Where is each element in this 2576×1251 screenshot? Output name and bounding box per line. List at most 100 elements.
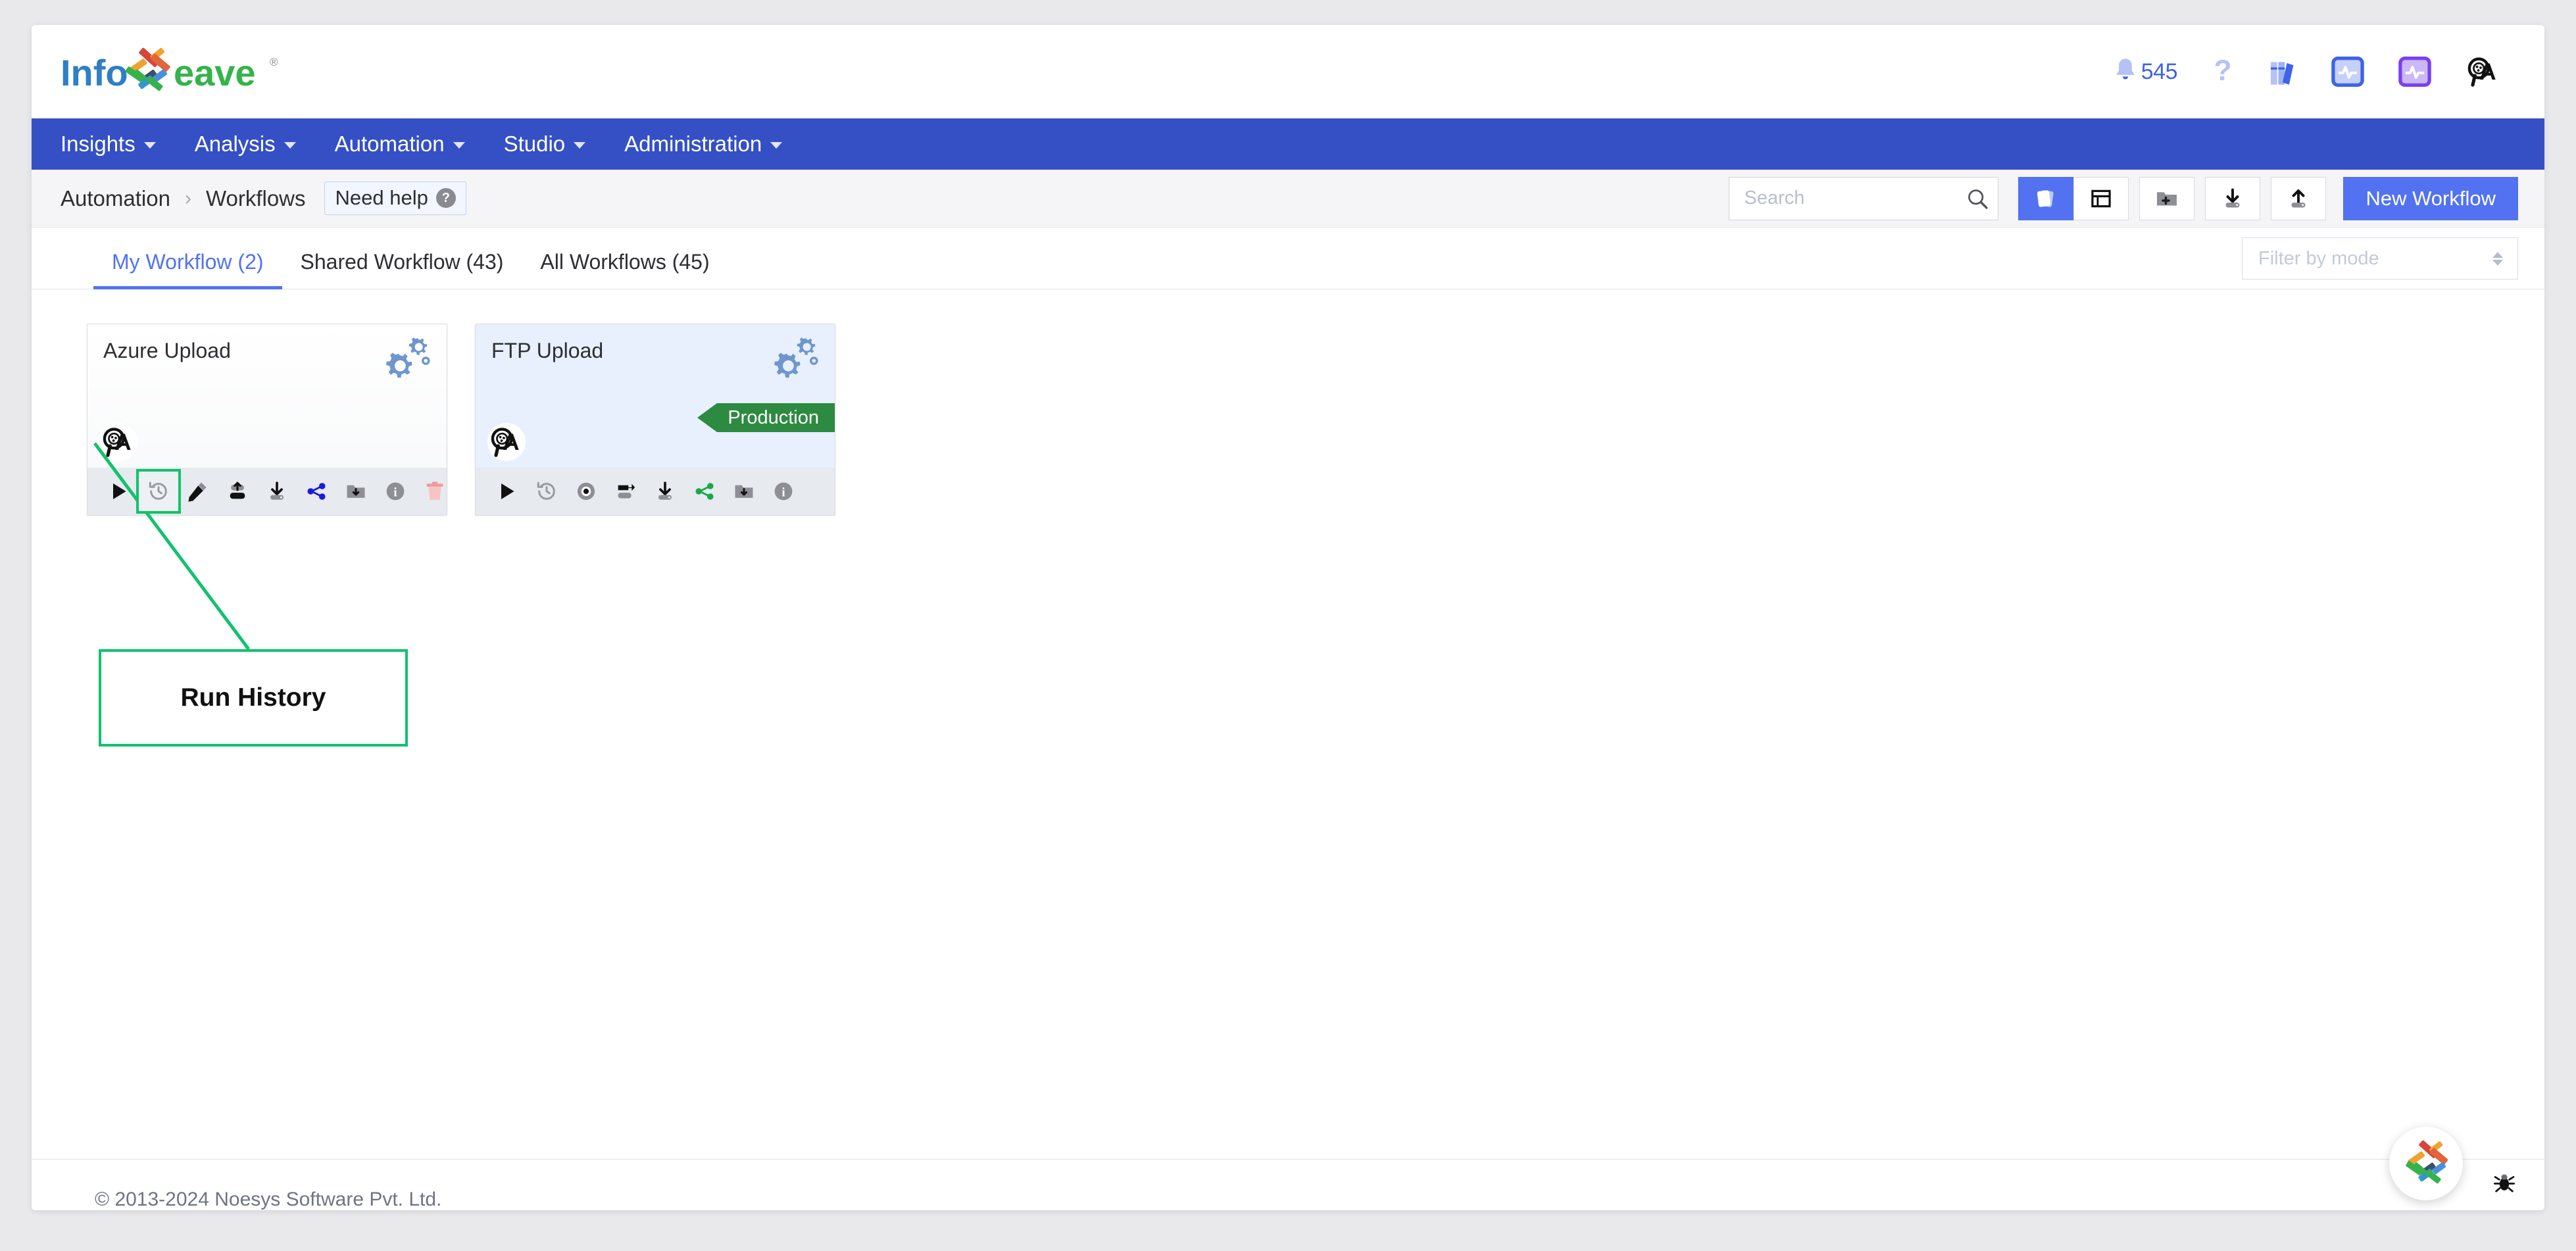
nav-label: Insights <box>61 132 136 156</box>
download-button[interactable] <box>257 472 297 511</box>
need-help-button[interactable]: Need help ? <box>324 182 466 215</box>
svg-text:A: A <box>114 429 132 455</box>
history-clock-icon <box>149 481 167 500</box>
monitor-purple-button[interactable] <box>2398 57 2431 87</box>
filter-by-mode-select[interactable]: Filter by mode <box>2242 237 2518 280</box>
upload-button[interactable] <box>2271 176 2327 220</box>
nav-label: Analysis <box>194 132 276 156</box>
workflow-gears-icon <box>381 337 432 388</box>
nav-label: Administration <box>624 132 762 156</box>
nav-item-analysis[interactable]: Analysis <box>195 132 315 157</box>
card-view-toggle[interactable] <box>2018 176 2074 220</box>
help-widget-button[interactable] <box>2389 1127 2463 1200</box>
info-button[interactable]: i <box>764 472 803 511</box>
nav-item-automation[interactable]: Automation <box>335 132 484 157</box>
folder-down-icon <box>735 485 753 498</box>
chevron-down-icon <box>453 142 465 149</box>
tab-my-workflow[interactable]: My Workflow (2) <box>93 250 282 289</box>
application-window: Info eave ® 545 ? A Insights Analysis Au… <box>32 25 2544 1210</box>
breadcrumb-item-workflows[interactable]: Workflows <box>206 186 306 211</box>
svg-text:?: ? <box>2214 57 2231 87</box>
monitor-pulse-blue-icon <box>2331 57 2364 87</box>
svg-text:i: i <box>393 485 397 499</box>
breadcrumb-toolbar-row: Automation › Workflows Need help ? Searc… <box>32 170 2544 228</box>
share-button[interactable] <box>685 472 724 511</box>
help-button[interactable]: ? <box>2212 57 2234 87</box>
workflow-owner-avatar: A <box>99 423 137 461</box>
card-action-bar: i <box>476 468 835 515</box>
svg-text:i: i <box>781 485 785 499</box>
library-button[interactable] <box>2268 57 2297 87</box>
run-history-button[interactable] <box>527 472 566 511</box>
svg-text:eave: eave <box>174 52 256 93</box>
run-history-button[interactable] <box>136 469 181 514</box>
new-workflow-button[interactable]: New Workflow <box>2343 176 2518 220</box>
publish-upload-icon <box>230 481 245 499</box>
table-view-icon <box>2091 189 2112 207</box>
publish-button[interactable] <box>606 472 645 511</box>
edit-button[interactable] <box>178 472 218 511</box>
search-box[interactable] <box>1729 176 1999 220</box>
chevron-down-icon <box>770 142 783 149</box>
main-navigation: Insights Analysis Automation Studio Admi… <box>32 118 2544 170</box>
table-view-toggle[interactable] <box>2073 176 2129 220</box>
share-nodes-icon <box>307 483 326 500</box>
workflow-card-azure-upload[interactable]: Azure Upload A i <box>87 324 447 516</box>
nav-item-studio[interactable]: Studio <box>504 132 605 157</box>
notifications-button[interactable]: 545 <box>2112 57 2178 87</box>
annotation-callout-run-history: Run History <box>99 649 408 747</box>
user-avatar-button[interactable]: A <box>2465 56 2501 87</box>
select-spinner-icon <box>2492 251 2503 266</box>
trash-icon <box>426 481 443 501</box>
tab-shared-workflow[interactable]: Shared Workflow (43) <box>282 250 522 289</box>
run-button[interactable] <box>487 472 527 511</box>
move-to-folder-button[interactable] <box>336 472 376 511</box>
delete-button[interactable] <box>415 472 447 511</box>
monitor-pulse-purple-icon <box>2398 57 2431 87</box>
report-bug-button[interactable] <box>2493 1171 2515 1197</box>
folder-down-icon <box>347 485 365 498</box>
app-header: Info eave ® 545 ? A <box>32 25 2544 118</box>
filter-by-mode-label: Filter by mode <box>2258 247 2379 269</box>
books-library-icon <box>2270 62 2294 85</box>
play-icon <box>501 483 514 499</box>
share-button[interactable] <box>297 472 336 511</box>
nav-label: Automation <box>334 132 445 156</box>
download-button[interactable] <box>2205 176 2261 220</box>
breadcrumb-item-automation[interactable]: Automation <box>61 186 170 211</box>
history-clock-icon <box>537 481 555 500</box>
run-button[interactable] <box>99 472 139 511</box>
workflow-tabs-row: My Workflow (2) Shared Workflow (43) All… <box>32 228 2544 289</box>
breadcrumb: Automation › Workflows Need help ? <box>61 182 466 215</box>
chevron-down-icon <box>143 142 156 149</box>
infoweave-logo-icon: Info eave ® <box>61 47 278 93</box>
nav-item-insights[interactable]: Insights <box>61 132 175 157</box>
view-button[interactable] <box>566 472 606 511</box>
svg-text:Info: Info <box>61 52 128 93</box>
nav-item-administration[interactable]: Administration <box>624 132 801 157</box>
card-view-icon <box>2037 189 2054 207</box>
header-icon-group: 545 ? A <box>2112 56 2514 87</box>
download-button[interactable] <box>645 472 685 511</box>
download-icon <box>2225 188 2240 207</box>
info-circle-icon: i <box>774 482 793 501</box>
workflow-card-ftp-upload[interactable]: FTP Upload Production A i <box>475 324 835 516</box>
infoweave-logo[interactable]: Info eave ® <box>61 47 284 96</box>
user-avatar-qa-icon: A <box>2467 57 2496 87</box>
card-body: FTP Upload Production A <box>476 324 835 468</box>
tab-all-workflows[interactable]: All Workflows (45) <box>522 250 728 289</box>
nav-label: Studio <box>503 132 566 156</box>
workflow-gears-icon <box>769 337 820 388</box>
app-footer: © 2013-2024 Noesys Software Pvt. Ltd. <box>32 1127 2544 1210</box>
user-avatar-qa-icon: A <box>491 428 520 457</box>
need-help-label: Need help <box>335 186 428 209</box>
svg-text:®: ® <box>270 56 278 68</box>
move-to-folder-button[interactable] <box>724 472 764 511</box>
new-folder-button[interactable] <box>2139 176 2195 220</box>
upload-icon <box>2291 189 2306 207</box>
download-icon <box>658 481 672 500</box>
search-input[interactable] <box>1744 187 1948 209</box>
monitor-blue-button[interactable] <box>2331 57 2364 87</box>
info-button[interactable]: i <box>376 472 415 511</box>
publish-button[interactable] <box>218 472 257 511</box>
